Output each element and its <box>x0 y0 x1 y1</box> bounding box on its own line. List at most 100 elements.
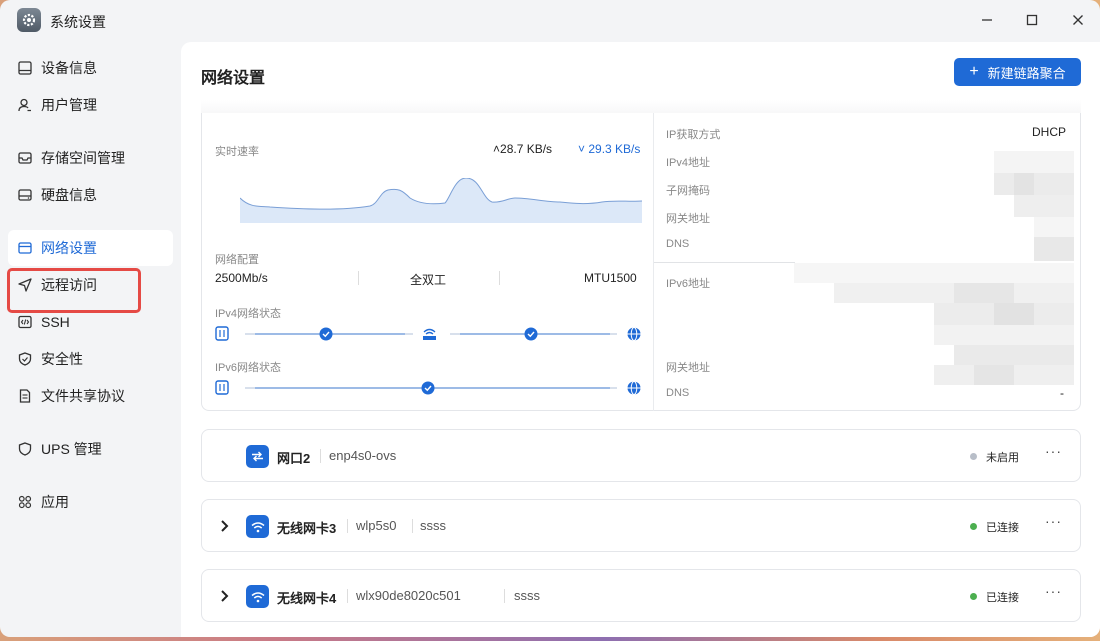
ip-method-value: DHCP <box>1032 125 1067 139</box>
interface-name: 无线网卡4 <box>277 591 337 606</box>
separator <box>347 589 348 603</box>
main-panel: 网络设置 + 新建链路聚合 实时速率 ˄28.7 KB/s ˅ 29.3 KB/… <box>181 42 1100 637</box>
sidebar-item-label: 硬盘信息 <box>41 187 97 203</box>
window-title: 系统设置 <box>50 14 106 30</box>
arrow-down-icon: ˅ <box>578 142 586 156</box>
scroll-area[interactable]: 实时速率 ˄28.7 KB/s ˅ 29.3 KB/s 网络配置 2500Mb/… <box>181 100 1100 637</box>
ethernet-icon <box>246 445 269 468</box>
speed-chart <box>240 178 642 223</box>
status-dot <box>970 523 977 530</box>
config-label: 网络配置 <box>215 254 259 266</box>
sidebar-item-label: 用户管理 <box>41 97 97 113</box>
ipv6-address-label: IPv6地址 <box>666 278 711 290</box>
gateway-label: 网关地址 <box>666 213 710 225</box>
ipv6-status-label: IPv6网络状态 <box>215 362 282 374</box>
new-link-aggregation-button[interactable]: + 新建链路聚合 <box>954 58 1081 86</box>
sidebar-item-device-info[interactable]: 设备信息 <box>8 50 173 86</box>
storage-icon <box>17 150 33 166</box>
sidebar-item-label: 设备信息 <box>41 60 97 76</box>
more-options-icon[interactable]: ··· <box>1045 583 1062 599</box>
upload-speed: ˄28.7 KB/s <box>493 142 553 156</box>
ipv4-status-line <box>215 326 641 341</box>
sidebar-item-label: 远程访问 <box>41 277 97 293</box>
sidebar-item-file-sharing[interactable]: 文件共享协议 <box>8 378 173 414</box>
sidebar-item-remote-access[interactable]: 远程访问 <box>8 267 173 303</box>
sidebar-item-security[interactable]: 安全性 <box>8 341 173 377</box>
interface-device: wlx90de8020c501 <box>356 588 461 603</box>
scroll-fade <box>201 100 1081 114</box>
arrow-up-icon: ˄ <box>493 142 501 156</box>
minimize-button[interactable] <box>975 8 999 32</box>
interface-name: 网口2 <box>277 451 311 466</box>
ipv6-status-line <box>215 380 641 395</box>
config-speed: 2500Mb/s <box>215 271 268 285</box>
more-options-icon[interactable]: ··· <box>1045 443 1062 459</box>
interface-name: 无线网卡3 <box>277 521 337 536</box>
divider <box>654 262 795 263</box>
sidebar-item-label: 网络设置 <box>41 240 97 256</box>
sidebar-item-apps[interactable]: 应用 <box>8 484 173 520</box>
sidebar: 设备信息 用户管理 存储空间管理 硬盘信息 网络设置 远程访问 SSH 安全性 <box>0 42 180 637</box>
ipv4-status-label: IPv4网络状态 <box>215 308 282 320</box>
gear-icon <box>17 8 41 32</box>
send-icon <box>17 277 33 293</box>
sidebar-item-ups[interactable]: UPS 管理 <box>8 431 173 467</box>
subnet-mask-label: 子网掩码 <box>666 185 710 197</box>
shield-icon <box>17 441 33 457</box>
sidebar-item-network[interactable]: 网络设置 <box>8 230 173 266</box>
disk-icon <box>17 187 33 203</box>
interface-device: wlp5s0 <box>356 518 397 533</box>
wifi-icon <box>246 585 269 608</box>
user-icon <box>17 97 33 113</box>
ipv6-dns-value: - <box>1060 386 1064 400</box>
system-settings-window: 系统设置 设备信息 用户管理 存储空间管理 硬盘信息 网络设置 远程访问 SSH… <box>0 0 1100 637</box>
interface-row[interactable]: 网口2 enp4s0-ovs 未启用 ··· <box>201 429 1081 482</box>
plus-icon: + <box>969 63 979 80</box>
separator <box>412 519 413 533</box>
separator <box>358 271 359 285</box>
network-icon <box>17 240 33 256</box>
sidebar-item-label: 存储空间管理 <box>41 150 125 166</box>
sidebar-item-user-management[interactable]: 用户管理 <box>8 87 173 123</box>
status-dot <box>970 593 977 600</box>
separator <box>504 589 505 603</box>
code-icon <box>17 314 33 330</box>
status-badge: 未启用 <box>986 452 1019 464</box>
interface-detail-card: 实时速率 ˄28.7 KB/s ˅ 29.3 KB/s 网络配置 2500Mb/… <box>201 113 1081 411</box>
interface-ssid: ssss <box>420 518 446 533</box>
more-options-icon[interactable]: ··· <box>1045 513 1062 529</box>
status-badge: 已连接 <box>986 522 1019 534</box>
config-mtu: MTU1500 <box>584 271 637 285</box>
sidebar-item-disk-info[interactable]: 硬盘信息 <box>8 177 173 213</box>
speed-label: 实时速率 <box>215 146 259 158</box>
apps-icon <box>17 494 33 510</box>
ipv6-dns-label: DNS <box>666 387 690 399</box>
sidebar-item-storage[interactable]: 存储空间管理 <box>8 140 173 176</box>
close-button[interactable] <box>1066 8 1090 32</box>
interface-row[interactable]: 无线网卡4 wlx90de8020c501 ssss 已连接 ··· <box>201 569 1081 622</box>
wifi-icon <box>246 515 269 538</box>
sidebar-item-label: 安全性 <box>41 351 83 367</box>
sidebar-item-ssh[interactable]: SSH <box>8 304 173 340</box>
separator <box>347 519 348 533</box>
title-bar: 系统设置 <box>0 0 1100 40</box>
ipv6-gateway-label: 网关地址 <box>666 362 710 374</box>
sidebar-item-label: SSH <box>41 314 70 330</box>
sidebar-item-label: 应用 <box>41 494 69 510</box>
sidebar-item-label: UPS 管理 <box>41 441 102 457</box>
config-duplex: 全双工 <box>410 273 447 287</box>
interface-device: enp4s0-ovs <box>329 448 397 463</box>
chevron-right-icon[interactable] <box>218 517 232 535</box>
maximize-button[interactable] <box>1020 8 1044 32</box>
separator <box>499 271 500 285</box>
chevron-right-icon[interactable] <box>218 587 232 605</box>
file-icon <box>17 388 33 404</box>
sidebar-item-label: 文件共享协议 <box>41 388 125 404</box>
shield-icon <box>17 351 33 367</box>
status-dot <box>970 453 977 460</box>
ipv4-address-label: IPv4地址 <box>666 157 711 169</box>
interface-ssid: ssss <box>514 588 540 603</box>
monitor-icon <box>17 60 33 76</box>
status-badge: 已连接 <box>986 592 1019 604</box>
interface-row[interactable]: 无线网卡3 wlp5s0 ssss 已连接 ··· <box>201 499 1081 552</box>
